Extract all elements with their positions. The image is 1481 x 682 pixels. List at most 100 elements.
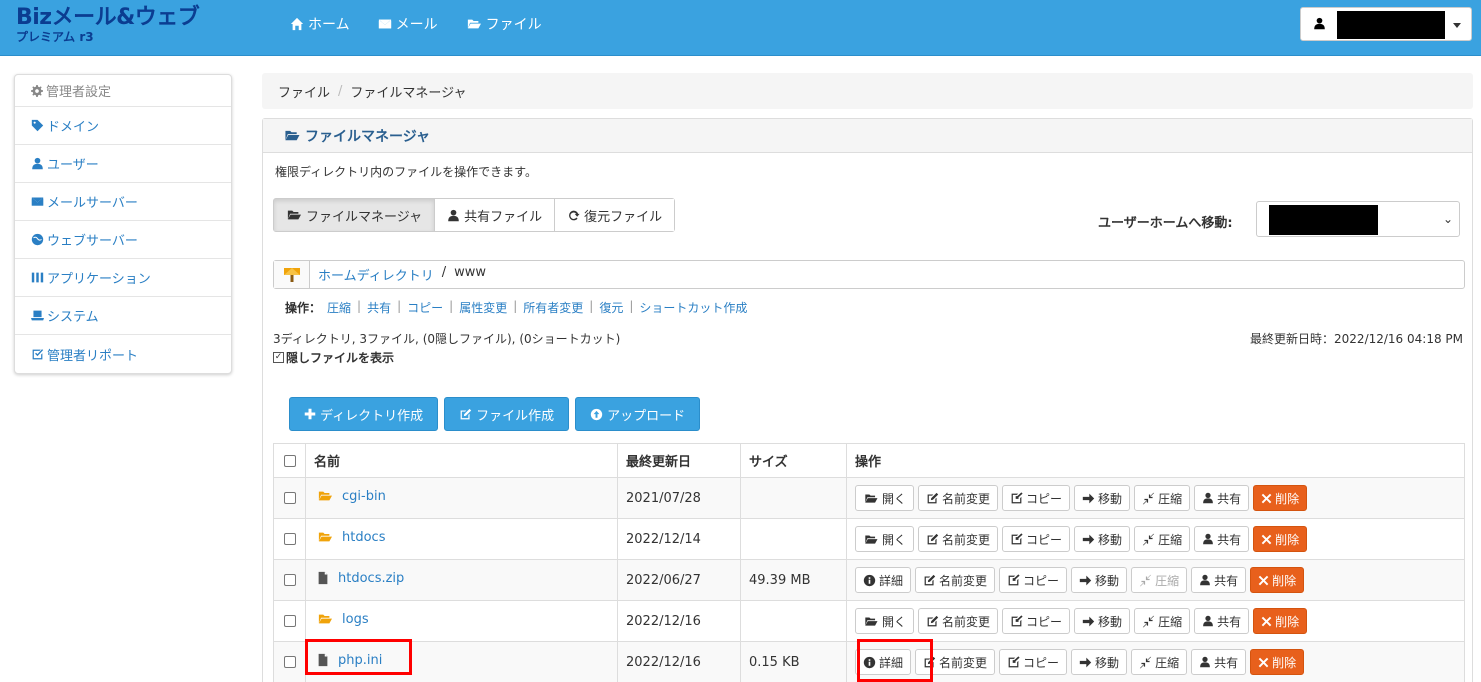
check-square-icon — [31, 348, 44, 361]
compress-button[interactable]: 圧縮 — [1134, 526, 1191, 552]
columns-icon — [31, 271, 44, 284]
file-name-link[interactable]: php.ini — [314, 653, 382, 668]
delete-button[interactable]: 削除 — [1253, 608, 1308, 634]
row-checkbox[interactable] — [283, 656, 296, 668]
directory-tree-icon[interactable] — [274, 261, 310, 288]
copy-button[interactable]: コピー — [999, 567, 1068, 593]
user-menu-dropdown[interactable] — [1300, 7, 1472, 41]
compress-icon — [1142, 492, 1155, 505]
user-home-select[interactable]: ⌄ — [1256, 201, 1460, 237]
detail-button[interactable]: 詳細 — [855, 649, 912, 675]
size-cell: 49.39 MB — [740, 559, 847, 601]
file-name-link[interactable]: htdocs — [314, 530, 385, 545]
op-compress[interactable]: 圧縮 — [327, 299, 351, 316]
move-button[interactable]: 移動 — [1071, 567, 1128, 593]
op-share[interactable]: 共有 — [367, 299, 391, 316]
rename-button[interactable]: 名前変更 — [918, 526, 999, 552]
copy-button[interactable]: コピー — [1002, 608, 1071, 634]
select-all-checkbox[interactable] — [283, 454, 296, 467]
tree-icon — [283, 267, 300, 282]
name-cell: htdocs.zip — [305, 559, 618, 601]
edit-icon — [926, 492, 939, 505]
tab-label: 共有ファイル — [464, 209, 543, 225]
delete-button[interactable]: 削除 — [1253, 526, 1308, 552]
nav-mail[interactable]: メール — [378, 14, 438, 34]
show-hidden-checkbox[interactable]: ✓ 隠しファイルを表示 — [273, 349, 394, 366]
op-chown[interactable]: 所有者変更 — [523, 299, 583, 316]
share-button[interactable]: 共有 — [1194, 485, 1250, 511]
col-size[interactable]: サイズ — [740, 443, 847, 478]
row-checkbox[interactable] — [283, 574, 296, 586]
user-icon — [1199, 574, 1211, 586]
open-button[interactable]: 開く — [855, 526, 915, 552]
move-button[interactable]: 移動 — [1074, 485, 1131, 511]
file-name-link[interactable]: cgi-bin — [314, 489, 386, 504]
op-copy[interactable]: コピー — [407, 299, 443, 316]
share-button[interactable]: 共有 — [1194, 526, 1250, 552]
rename-button[interactable]: 名前変更 — [915, 567, 996, 593]
copy-button[interactable]: コピー — [1002, 526, 1071, 552]
move-button[interactable]: 移動 — [1071, 649, 1128, 675]
tab-restore-files[interactable]: 復元ファイル — [555, 199, 675, 231]
rename-button[interactable]: 名前変更 — [915, 649, 996, 675]
sidebar-item-domain[interactable]: ドメイン — [15, 107, 231, 145]
open-button[interactable]: 開く — [855, 608, 915, 634]
copy-button[interactable]: コピー — [999, 649, 1068, 675]
create-directory-button[interactable]: ディレクトリ作成 — [289, 397, 439, 431]
compress-button[interactable]: 圧縮 — [1134, 485, 1191, 511]
compress-button[interactable]: 圧縮 — [1131, 649, 1188, 675]
open-button[interactable]: 開く — [855, 485, 915, 511]
create-file-button[interactable]: ファイル作成 — [444, 397, 570, 431]
delete-button[interactable]: 削除 — [1250, 649, 1305, 675]
op-shortcut[interactable]: ショートカット作成 — [639, 299, 747, 316]
col-modified[interactable]: 最終更新日 — [617, 443, 741, 478]
breadcrumb: ファイル / ファイルマネージャ — [262, 73, 1473, 109]
rename-button[interactable]: 名前変更 — [918, 485, 999, 511]
nav-home[interactable]: ホーム — [290, 14, 350, 34]
upload-button[interactable]: アップロード — [575, 397, 701, 431]
tab-file-manager[interactable]: ファイルマネージャ — [274, 199, 436, 231]
breadcrumb-file[interactable]: ファイル — [278, 82, 330, 101]
nav-home-label: ホーム — [308, 17, 350, 33]
file-name-link[interactable]: logs — [314, 612, 369, 627]
sidebar-item-users[interactable]: ユーザー — [15, 145, 231, 183]
copy-label: コピー — [1023, 573, 1060, 588]
folder-open-icon — [283, 128, 301, 143]
sidebar-item-web-server[interactable]: ウェブサーバー — [15, 221, 231, 259]
op-chmod[interactable]: 属性変更 — [459, 299, 507, 316]
compress-button[interactable]: 圧縮 — [1134, 608, 1191, 634]
rename-button[interactable]: 名前変更 — [918, 608, 999, 634]
row-checkbox[interactable] — [283, 615, 296, 627]
arrow-right-icon — [1082, 492, 1095, 505]
sidebar-item-system[interactable]: システム — [15, 297, 231, 335]
row-checkbox[interactable] — [283, 533, 296, 545]
copy-button[interactable]: コピー — [1002, 485, 1071, 511]
move-button[interactable]: 移動 — [1074, 526, 1131, 552]
delete-button[interactable]: 削除 — [1250, 567, 1305, 593]
share-button[interactable]: 共有 — [1191, 567, 1247, 593]
app-logo[interactable]: Bizメール&ウェブ プレミアム r3 — [16, 6, 200, 45]
delete-button[interactable]: 削除 — [1253, 485, 1308, 511]
op-separator: | — [513, 299, 518, 313]
op-restore[interactable]: 復元 — [599, 299, 623, 316]
file-name: php.ini — [338, 652, 383, 668]
close-icon — [1258, 657, 1269, 668]
tab-shared-files[interactable]: 共有ファイル — [435, 199, 556, 231]
share-button[interactable]: 共有 — [1194, 608, 1250, 634]
move-button[interactable]: 移動 — [1074, 608, 1131, 634]
share-label: 共有 — [1217, 532, 1242, 547]
share-button[interactable]: 共有 — [1191, 649, 1247, 675]
col-name[interactable]: 名前 — [305, 443, 618, 478]
sidebar-item-label: メールサーバー — [47, 196, 138, 211]
sidebar-item-admin-report[interactable]: 管理者リポート — [15, 335, 231, 373]
row-checkbox[interactable] — [283, 492, 296, 504]
user-home-jump-label: ユーザーホームへ移動: — [1098, 216, 1233, 231]
sidebar-item-mail-server[interactable]: メールサーバー — [15, 183, 231, 221]
detail-button[interactable]: 詳細 — [855, 567, 912, 593]
file-name: htdocs — [342, 529, 386, 545]
nav-file[interactable]: ファイル — [466, 14, 542, 34]
path-home-link[interactable]: ホームディレクトリ — [318, 265, 434, 284]
sidebar-item-applications[interactable]: アプリケーション — [15, 259, 231, 297]
compress-button: 圧縮 — [1131, 567, 1188, 593]
file-name-link[interactable]: htdocs.zip — [314, 571, 404, 586]
